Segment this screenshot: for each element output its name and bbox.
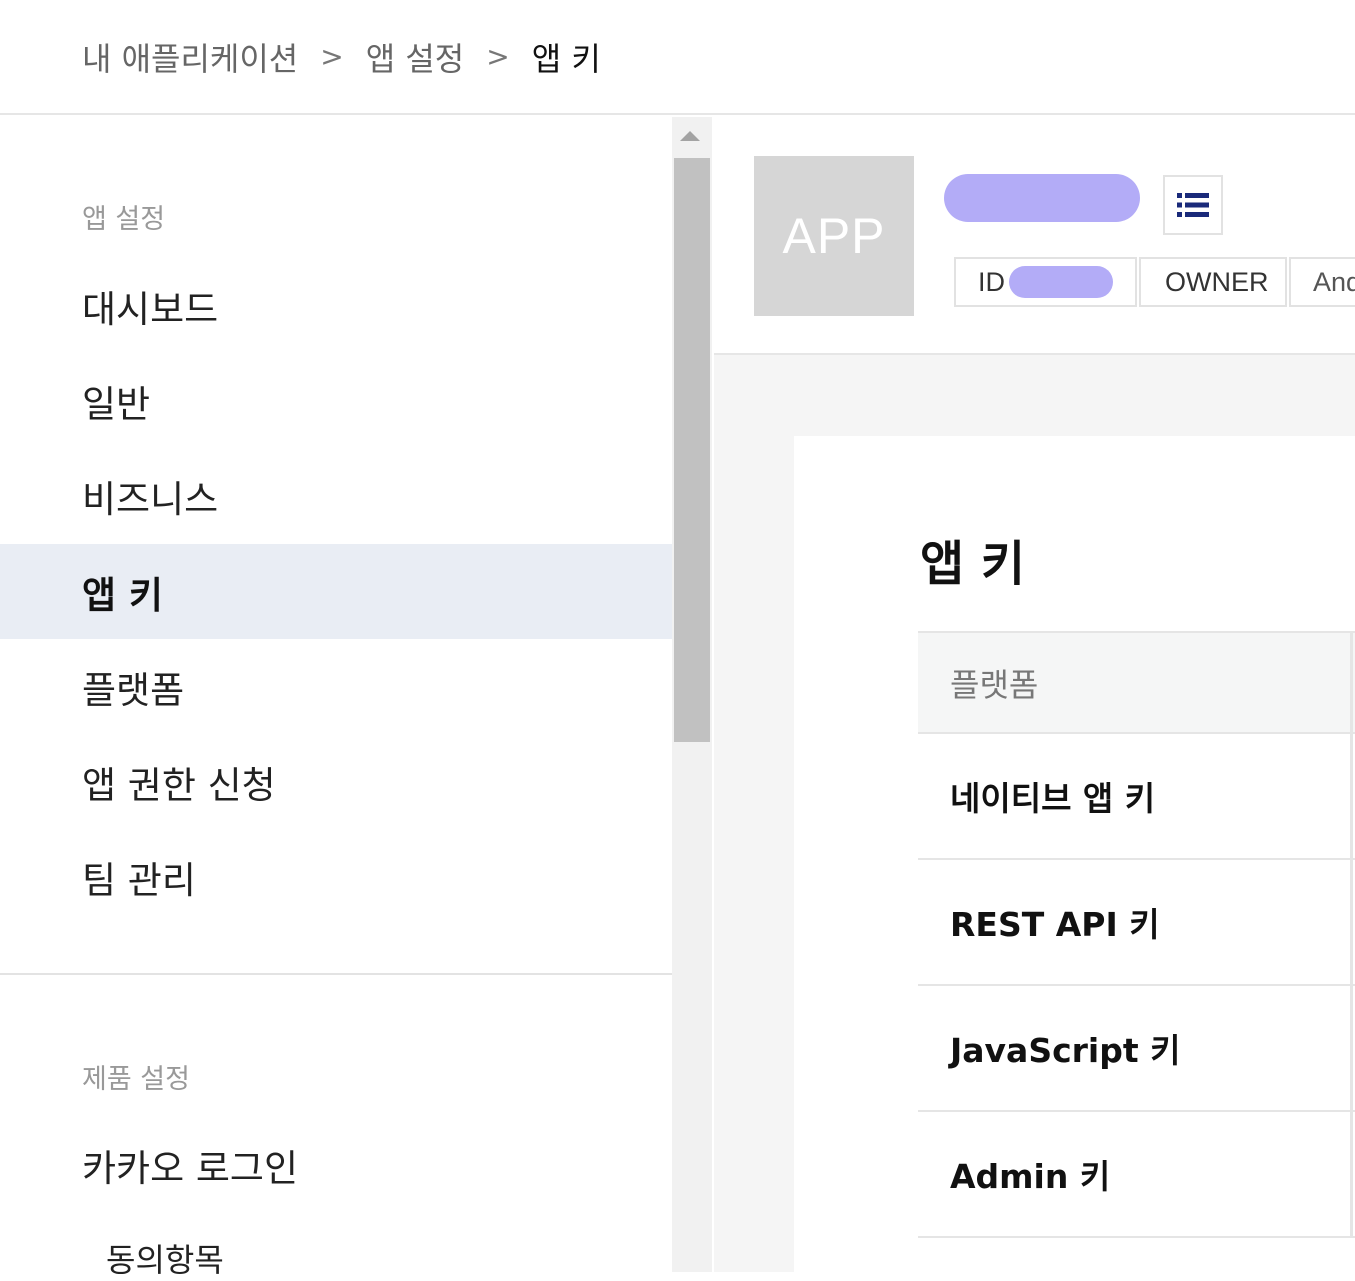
sidebar-item-general[interactable]: 일반 (0, 353, 672, 448)
scroll-up-arrow-icon[interactable] (680, 131, 700, 141)
breadcrumb-my-apps[interactable]: 내 애플리케이션 (82, 34, 298, 80)
sidebar-item-team[interactable]: 팀 관리 (0, 829, 672, 924)
list-icon (1177, 193, 1209, 217)
scrollbar-thumb[interactable] (674, 158, 710, 742)
sidebar: 앱 설정 대시보드 일반 비즈니스 앱 키 플랫폼 앱 권한 신청 팀 관리 제… (0, 117, 672, 1279)
app-key-table: 플랫폼 네이티브 앱 키 REST API 키 JavaScript 키 Adm… (918, 631, 1355, 1238)
app-key-card: 앱 키 플랫폼 네이티브 앱 키 REST API 키 JavaScript 키… (794, 436, 1355, 1272)
owner-tag: OWNER (1139, 257, 1287, 307)
app-thumbnail: APP (754, 156, 914, 316)
sidebar-group-product-settings: 제품 설정 (82, 1064, 190, 1095)
app-menu-button[interactable] (1163, 175, 1223, 235)
breadcrumb-separator: > (320, 40, 344, 73)
sidebar-scrollbar[interactable] (672, 117, 712, 1272)
breadcrumb-app-settings[interactable]: 앱 설정 (366, 34, 465, 80)
app-id-label: ID (978, 266, 1005, 297)
table-header-platform: 플랫폼 (918, 631, 1355, 734)
sidebar-item-platform[interactable]: 플랫폼 (0, 639, 672, 734)
sidebar-divider (0, 973, 672, 975)
table-row-native-key: 네이티브 앱 키 (918, 734, 1355, 860)
sidebar-item-kakao-login[interactable]: 카카오 로그인 (0, 1117, 672, 1212)
sidebar-item-business[interactable]: 비즈니스 (0, 448, 672, 543)
app-header: APP ID OWNER And (714, 117, 1355, 355)
sidebar-item-permission-request[interactable]: 앱 권한 신청 (0, 734, 672, 829)
platform-tag: And (1289, 257, 1355, 307)
sidebar-group-app-settings: 앱 설정 (82, 204, 166, 235)
sidebar-item-dashboard[interactable]: 대시보드 (0, 258, 672, 353)
table-row-admin-key: Admin 키 (918, 1112, 1355, 1238)
app-id-tag: ID (954, 257, 1137, 307)
sidebar-item-app-key[interactable]: 앱 키 (0, 544, 672, 639)
breadcrumb: 내 애플리케이션 > 앱 설정 > 앱 키 (0, 0, 1355, 115)
table-row-javascript-key: JavaScript 키 (918, 986, 1355, 1112)
sidebar-subitem-consent[interactable]: 동의항목 (106, 1235, 224, 1281)
table-row-rest-api-key: REST API 키 (918, 860, 1355, 986)
breadcrumb-current: 앱 키 (531, 39, 601, 78)
table-column-divider (1350, 631, 1353, 1236)
page-title: 앱 키 (920, 536, 1026, 592)
breadcrumb-separator: > (486, 40, 510, 73)
app-id-redacted (1009, 266, 1113, 298)
main-content: APP ID OWNER And 앱 키 플랫폼 네이티브 앱 키 REST A… (714, 117, 1355, 1272)
app-name-redacted (944, 174, 1140, 222)
